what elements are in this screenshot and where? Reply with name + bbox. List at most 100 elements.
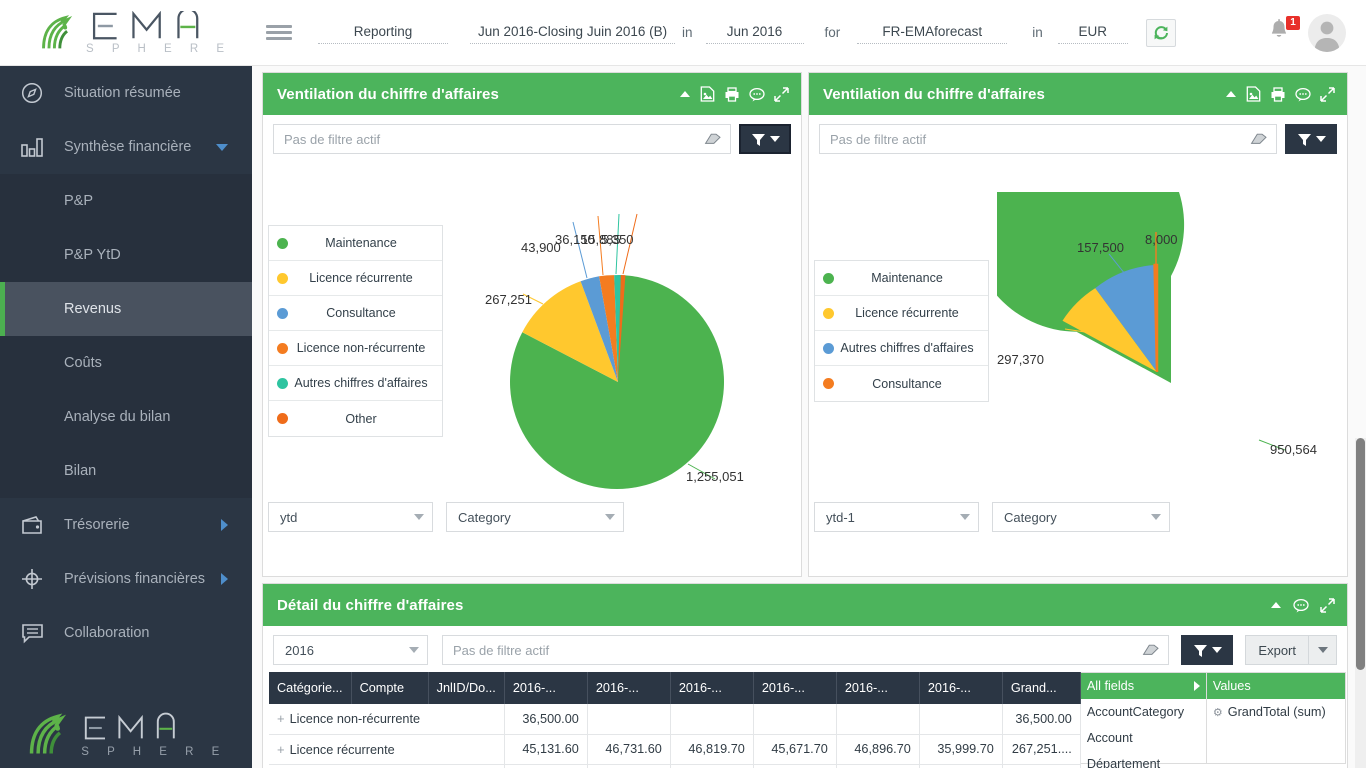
legend-item[interactable]: Licence récurrente (815, 296, 988, 331)
chevron-right-icon[interactable] (221, 573, 228, 585)
table-row[interactable] (269, 764, 1081, 768)
th-period-4[interactable]: 2016-... (753, 672, 837, 704)
table-row[interactable]: + Licence non-récurrente 36,500.00 36,500… (269, 704, 1081, 735)
filter-button[interactable] (739, 124, 791, 154)
export-image-icon[interactable] (700, 86, 715, 102)
th-grand-total[interactable]: Grand... (1002, 672, 1081, 704)
sidebar-item-bilan[interactable]: Bilan (0, 444, 252, 498)
legend-item[interactable]: Consultance (269, 296, 442, 331)
expand-icon[interactable] (774, 86, 789, 102)
th-period-6[interactable]: 2016-... (919, 672, 1003, 704)
field-item[interactable]: Account (1081, 725, 1206, 751)
legend-item[interactable]: Maintenance (815, 261, 988, 296)
expand-icon[interactable] (1320, 86, 1335, 102)
eraser-icon[interactable] (704, 132, 722, 146)
row-label-cell[interactable]: + Licence récurrente (269, 734, 505, 765)
table-row[interactable]: + Licence récurrente 45,131.60 46,731.60 … (269, 734, 1081, 765)
refresh-button[interactable] (1145, 18, 1176, 47)
detail-filter-input[interactable]: Pas de filtre actif (442, 635, 1170, 665)
sidebar-item-situation-resumee[interactable]: Situation résumée (0, 66, 252, 120)
legend-item[interactable]: Other (269, 401, 442, 436)
field-item[interactable]: AccountCategory (1081, 699, 1206, 725)
th-period-1[interactable]: 2016-... (504, 672, 588, 704)
expand-icon[interactable] (1320, 597, 1335, 613)
period-dropdown-left[interactable]: ytd (268, 502, 433, 532)
collapse-icon[interactable] (679, 88, 691, 100)
sidebar-item-couts[interactable]: Coûts (0, 336, 252, 390)
export-button[interactable]: Export (1245, 635, 1309, 665)
print-icon[interactable] (1270, 86, 1286, 102)
panel-ventilation-ytd: Ventilation du chiffre d'affaires Pas de… (262, 72, 802, 577)
legend-item[interactable]: Autres chiffres d'affaires (269, 366, 442, 401)
scrollbar-thumb[interactable] (1356, 438, 1365, 670)
legend-item[interactable]: Licence récurrente (269, 261, 442, 296)
entity-select[interactable]: FR-EMAforecast (857, 22, 1008, 44)
values-header[interactable]: Values (1206, 673, 1345, 699)
sidebar-item-pp-ytd[interactable]: P&P YtD (0, 228, 252, 282)
sidebar-item-collaboration[interactable]: Collaboration (0, 606, 252, 660)
eraser-icon[interactable] (1142, 643, 1160, 657)
hamburger-menu-icon[interactable] (266, 20, 292, 46)
row-label-cell[interactable] (269, 764, 505, 768)
legend-item[interactable]: Consultance (815, 366, 988, 401)
collapse-icon[interactable] (1225, 88, 1237, 100)
filter-button[interactable] (1285, 124, 1337, 154)
filter-input[interactable]: Pas de filtre actif (273, 124, 731, 154)
sidebar-label: Prévisions financières (64, 571, 206, 587)
chat-icon (0, 623, 64, 644)
chevron-right-icon[interactable] (221, 519, 228, 531)
collapse-icon[interactable] (1270, 599, 1282, 611)
module-select[interactable]: Reporting (318, 22, 448, 44)
notifications-button[interactable]: 1 (1268, 15, 1300, 48)
panel-title: Ventilation du chiffre d'affaires (277, 85, 499, 103)
th-categorie[interactable]: Catégorie... (269, 672, 352, 704)
currency-select[interactable]: EUR (1057, 22, 1128, 44)
wallet-icon (0, 515, 64, 535)
chevron-down-icon (769, 136, 780, 142)
sidebar-item-previsions-financieres[interactable]: Prévisions financières (0, 552, 252, 606)
period-dropdown-right[interactable]: ytd-1 (814, 502, 979, 532)
th-period-2[interactable]: 2016-... (587, 672, 671, 704)
expand-row-icon[interactable]: + (277, 742, 285, 757)
all-fields-header[interactable]: All fields (1080, 673, 1206, 699)
year-dropdown[interactable]: 2016 (273, 635, 428, 665)
cell-value (753, 704, 837, 735)
scenario-select[interactable]: Jun 2016-Closing Juin 2016 (B) (470, 22, 675, 44)
comment-icon[interactable] (1293, 598, 1309, 613)
sidebar-item-tresorerie[interactable]: Trésorerie (0, 498, 252, 552)
sidebar-item-synthese-financiere[interactable]: Synthèse financière (0, 120, 252, 174)
print-icon[interactable] (724, 86, 740, 102)
chevron-right-icon[interactable] (1193, 681, 1200, 691)
filter-input[interactable]: Pas de filtre actif (819, 124, 1277, 154)
th-period-3[interactable]: 2016-... (670, 672, 754, 704)
user-avatar[interactable] (1308, 13, 1346, 52)
all-fields-title: All fields (1086, 679, 1135, 693)
dimension-dropdown-left[interactable]: Category (446, 502, 624, 532)
detail-filter-button[interactable] (1181, 635, 1234, 665)
ema-wordmark (85, 712, 175, 740)
legend-item[interactable]: Licence non-récurrente (269, 331, 442, 366)
th-jnlid[interactable]: JnlID/Do... (428, 672, 505, 704)
gear-icon[interactable]: ⚙ (1213, 706, 1223, 719)
row-label-cell[interactable]: + Licence non-récurrente (269, 704, 505, 735)
main-vertical-scrollbar[interactable] (1355, 438, 1366, 768)
chevron-down-icon[interactable] (216, 143, 228, 151)
expand-row-icon[interactable]: + (277, 711, 285, 726)
sidebar-item-pp[interactable]: P&P (0, 174, 252, 228)
eraser-icon[interactable] (1250, 132, 1268, 146)
export-dropdown-button[interactable] (1309, 635, 1337, 665)
th-compte[interactable]: Compte (351, 672, 429, 704)
legend-item[interactable]: Maintenance (269, 226, 442, 261)
logo-subtitle: S P H E R E (86, 42, 232, 55)
dimension-dropdown-right[interactable]: Category (992, 502, 1170, 532)
sidebar-item-analyse-du-bilan[interactable]: Analyse du bilan (0, 390, 252, 444)
sidebar-item-revenus[interactable]: Revenus (0, 282, 252, 336)
period-select[interactable]: Jun 2016 (705, 22, 804, 44)
field-item[interactable]: Département (1081, 751, 1206, 768)
comment-icon[interactable] (749, 87, 765, 102)
export-image-icon[interactable] (1246, 86, 1261, 102)
legend-item[interactable]: Autres chiffres d'affaires (815, 331, 988, 366)
value-item[interactable]: ⚙ GrandTotal (sum) (1207, 699, 1345, 725)
comment-icon[interactable] (1295, 87, 1311, 102)
th-period-5[interactable]: 2016-... (836, 672, 920, 704)
